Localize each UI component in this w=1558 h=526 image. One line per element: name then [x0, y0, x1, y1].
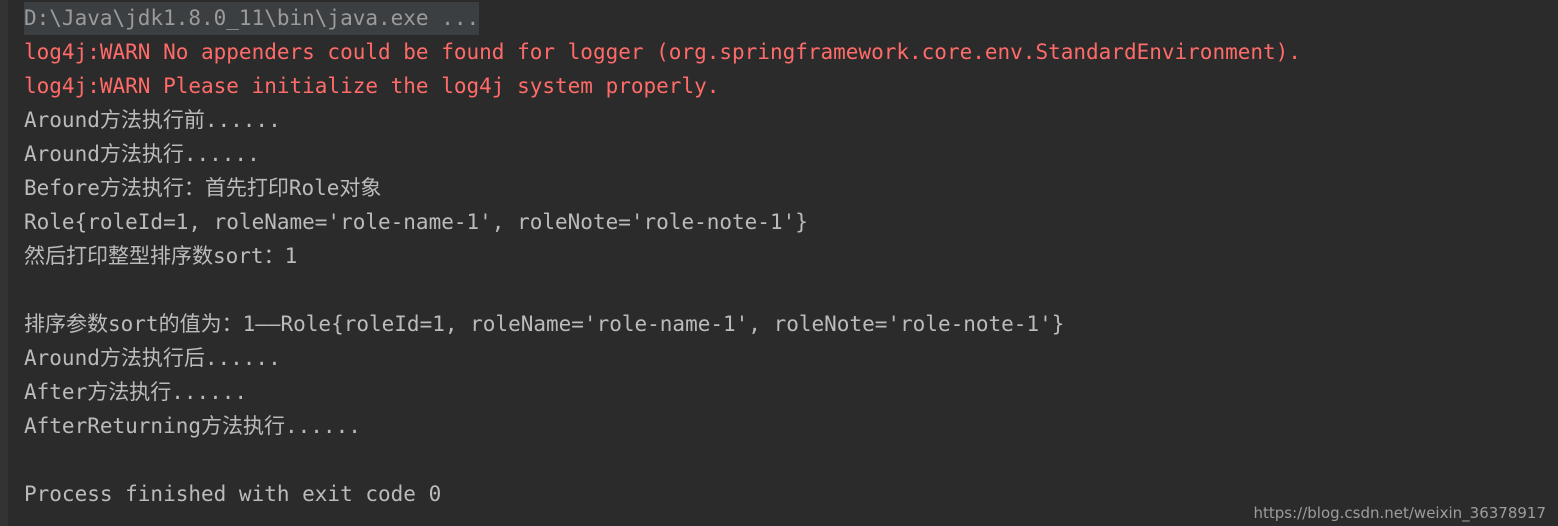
console-line-command-line: D:\Java\jdk1.8.0_11\bin\java.exe ... [0, 1, 1558, 35]
console-output-panel[interactable]: D:\Java\jdk1.8.0_11\bin\java.exe ... log4… [0, 0, 1558, 526]
console-line-list: D:\Java\jdk1.8.0_11\bin\java.exe ... log4… [0, 0, 1558, 511]
console-line-before-advice: Before方法执行：首先打印Role对象 [24, 176, 382, 200]
console-line-blank-2 [0, 443, 1558, 477]
console-line-around-exec: Around方法执行...... [24, 142, 260, 166]
console-line-role-tostring: Role{roleId=1, roleName='role-name-1', r… [24, 210, 808, 234]
console-line-log4j-warn-1: log4j:WARN No appenders could be found f… [24, 40, 1301, 64]
console-line-blank-1 [0, 273, 1558, 307]
command-line-text: D:\Java\jdk1.8.0_11\bin\java.exe ... [24, 2, 480, 35]
watermark-blog-url: https://blog.csdn.net/weixin_36378917 [1253, 504, 1546, 522]
console-line-around-before: Around方法执行前...... [24, 108, 281, 132]
console-line-around-after: Around方法执行后...... [24, 346, 281, 370]
console-line-print-sort: 然后打印整型排序数sort：1 [24, 244, 298, 268]
console-line-after-advice: After方法执行...... [24, 380, 248, 404]
console-line-log4j-warn-2: log4j:WARN Please initialize the log4j s… [24, 74, 720, 98]
console-line-after-returning-advice: AfterReturning方法执行...... [24, 414, 361, 438]
console-line-sort-param-value: 排序参数sort的值为：1——Role{roleId=1, roleName='… [24, 312, 1065, 336]
